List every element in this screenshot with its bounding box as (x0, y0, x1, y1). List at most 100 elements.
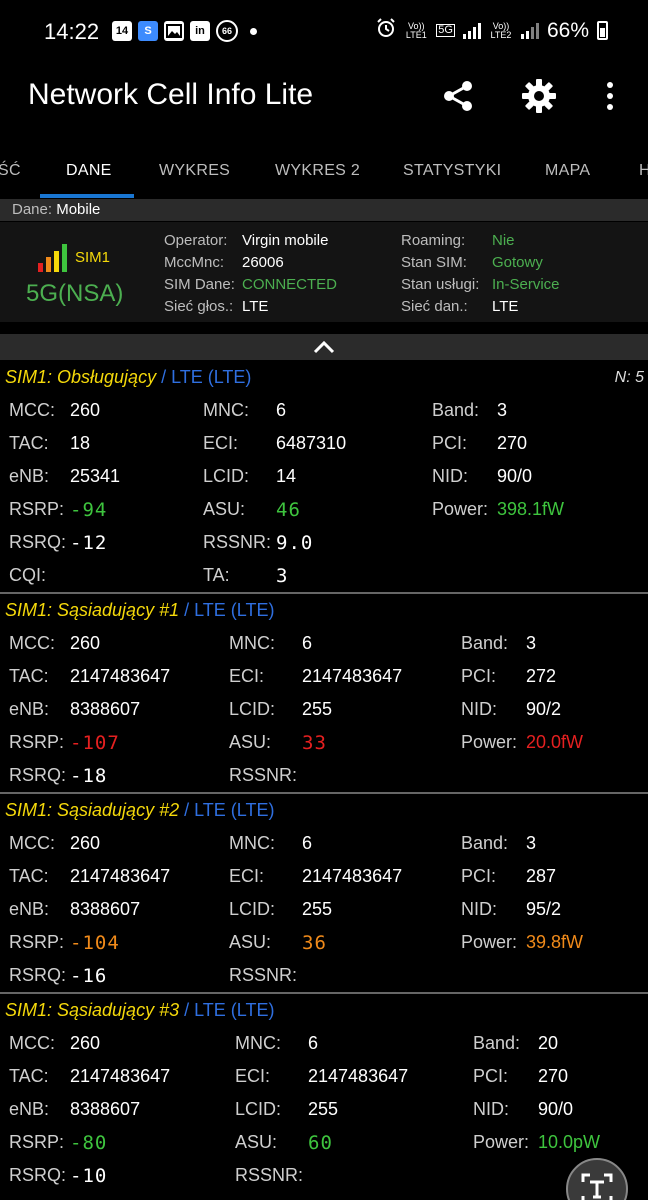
table-row: MCC: 260 MNC: 6 Band: 3 (0, 627, 648, 660)
nid-label: NID: (461, 899, 497, 919)
signal-strength-icon (38, 244, 67, 272)
app-title: Network Cell Info Lite (28, 78, 314, 111)
eci-value: 6487310 (276, 433, 347, 453)
lcid-label: LCID: (229, 899, 276, 919)
neighbor-cell-section-1: SIM1: Sąsiadujący #1 / LTE (LTE) MCC: 26… (0, 594, 648, 792)
table-row: eNB: 25341 LCID: 14 NID: 90/0 (0, 460, 648, 493)
mccmnc-value: 26006 (242, 254, 284, 271)
table-row: RSRP: -107 ASU: 33 Power: 20.0fW (0, 726, 648, 759)
tab-statystyki[interactable]: STATYSTYKI (403, 162, 501, 180)
nid-label: NID: (461, 699, 497, 719)
mcc-label: MCC: (9, 833, 55, 853)
more-notifications-icon (250, 27, 257, 35)
summary-values-right: Nie Gotowy In-Service LTE (492, 230, 560, 318)
neighbor-count: N: 5 (614, 369, 644, 386)
app-bar: Network Cell Info Lite (0, 64, 648, 128)
table-row: eNB: 8388607 LCID: 255 NID: 90/2 (0, 693, 648, 726)
active-tab-indicator (40, 194, 134, 198)
data-net-value: LTE (492, 298, 519, 315)
table-row: TAC: 2147483647 ECI: 2147483647 PCI: 270 (0, 1060, 648, 1093)
tab-dane[interactable]: DANE (66, 162, 112, 180)
table-row: eNB: 8388607 LCID: 255 NID: 95/2 (0, 893, 648, 926)
asu-value: 33 (302, 732, 327, 754)
rsrp-value: -80 (70, 1132, 108, 1154)
rsrq-label: RSRQ: (9, 532, 67, 552)
enb-value: 25341 (70, 466, 121, 486)
section-header: SIM1: Obsługujący / LTE (LTE) N: 5 (0, 361, 648, 394)
section-title: SIM1: Obsługujący (5, 367, 157, 387)
section-header: SIM1: Sąsiadujący #3 / LTE (LTE) (0, 994, 648, 1027)
rsrp-label: RSRP: (9, 732, 65, 752)
tab-wykres[interactable]: WYKRES (159, 162, 230, 180)
lcid-label: LCID: (203, 466, 250, 486)
tac-value: 2147483647 (70, 666, 171, 686)
sim-state-value: Gotowy (492, 254, 543, 271)
volte2-icon: Vo)) LTE2 (490, 20, 512, 40)
band-value: 3 (526, 633, 537, 653)
table-row: TAC: 2147483647 ECI: 2147483647 PCI: 287 (0, 860, 648, 893)
share-icon (444, 81, 472, 111)
chevron-up-icon (313, 340, 335, 354)
power-label: Power: (473, 1132, 530, 1152)
service-state-label: Stan usługi: (401, 276, 480, 293)
nid-value: 95/2 (526, 899, 562, 919)
roaming-label: Roaming: (401, 232, 466, 249)
gear-icon (522, 79, 556, 113)
cqi-label: CQI: (9, 565, 47, 585)
asu-label: ASU: (235, 1132, 278, 1152)
mnc-value: 6 (302, 633, 313, 653)
band-label: Band: (432, 400, 480, 420)
pci-value: 287 (526, 866, 557, 886)
table-row: RSRQ: -18 RSSNR: (0, 759, 648, 792)
tac-label: TAC: (9, 1066, 49, 1086)
linkedin-icon: in (190, 21, 210, 41)
tac-label: TAC: (9, 666, 49, 686)
section-title: SIM1: Sąsiadujący #2 (5, 800, 180, 820)
tac-value: 18 (70, 433, 91, 453)
section-tech: / LTE (LTE) (156, 367, 252, 387)
mnc-label: MNC: (229, 633, 275, 653)
power-label: Power: (461, 732, 518, 752)
data-source-value: Mobile (56, 201, 101, 218)
ta-value: 3 (276, 565, 289, 587)
tab-mapa[interactable]: MAPA (545, 162, 590, 180)
asu-label: ASU: (229, 932, 272, 952)
mnc-value: 6 (302, 833, 313, 853)
section-title: SIM1: Sąsiadujący #3 (5, 1000, 180, 1020)
volte1-icon: Vo)) LTE1 (405, 20, 427, 40)
asu-label: ASU: (203, 499, 246, 519)
sim-data-value: CONNECTED (242, 276, 338, 293)
counter-66-icon: 66 (216, 20, 238, 42)
voice-net-label: Sieć głos.: (164, 298, 234, 315)
battery-icon (597, 21, 608, 40)
overflow-menu-button[interactable] (588, 74, 632, 118)
asu-label: ASU: (229, 732, 272, 752)
rsrq-label: RSRQ: (9, 965, 67, 985)
rsrp-value: -94 (70, 499, 108, 521)
table-row: RSRP: -80 ASU: 60 Power: 10.0pW (0, 1126, 648, 1159)
section-header: SIM1: Sąsiadujący #2 / LTE (LTE) (0, 794, 648, 827)
table-row: CQI: TA: 3 (0, 559, 648, 592)
eci-value: 2147483647 (302, 666, 403, 686)
more-vert-icon (607, 82, 613, 110)
data-source-bar[interactable]: Dane: Mobile (0, 199, 648, 221)
nid-label: NID: (432, 466, 468, 486)
settings-button[interactable] (517, 74, 561, 118)
section-tech: / LTE (LTE) (179, 1000, 275, 1020)
lcid-value: 255 (302, 699, 333, 719)
asu-value: 60 (308, 1132, 333, 1154)
mcc-value: 260 (70, 1033, 101, 1053)
rssnr-label: RSSNR: (229, 765, 298, 785)
share-button[interactable] (436, 74, 480, 118)
collapse-summary-button[interactable] (0, 334, 648, 360)
tab-wykres-2[interactable]: WYKRES 2 (275, 162, 360, 180)
mcc-value: 260 (70, 633, 101, 653)
tab-prev[interactable]: ŚĆ (0, 162, 21, 180)
table-row: eNB: 8388607 LCID: 255 NID: 90/0 (0, 1093, 648, 1126)
mnc-label: MNC: (203, 400, 249, 420)
eci-label: ECI: (235, 1066, 271, 1086)
tab-next[interactable]: H (639, 162, 648, 180)
enb-label: eNB: (9, 699, 50, 719)
rsrp-label: RSRP: (9, 932, 65, 952)
signal-sim1-icon (462, 22, 481, 39)
